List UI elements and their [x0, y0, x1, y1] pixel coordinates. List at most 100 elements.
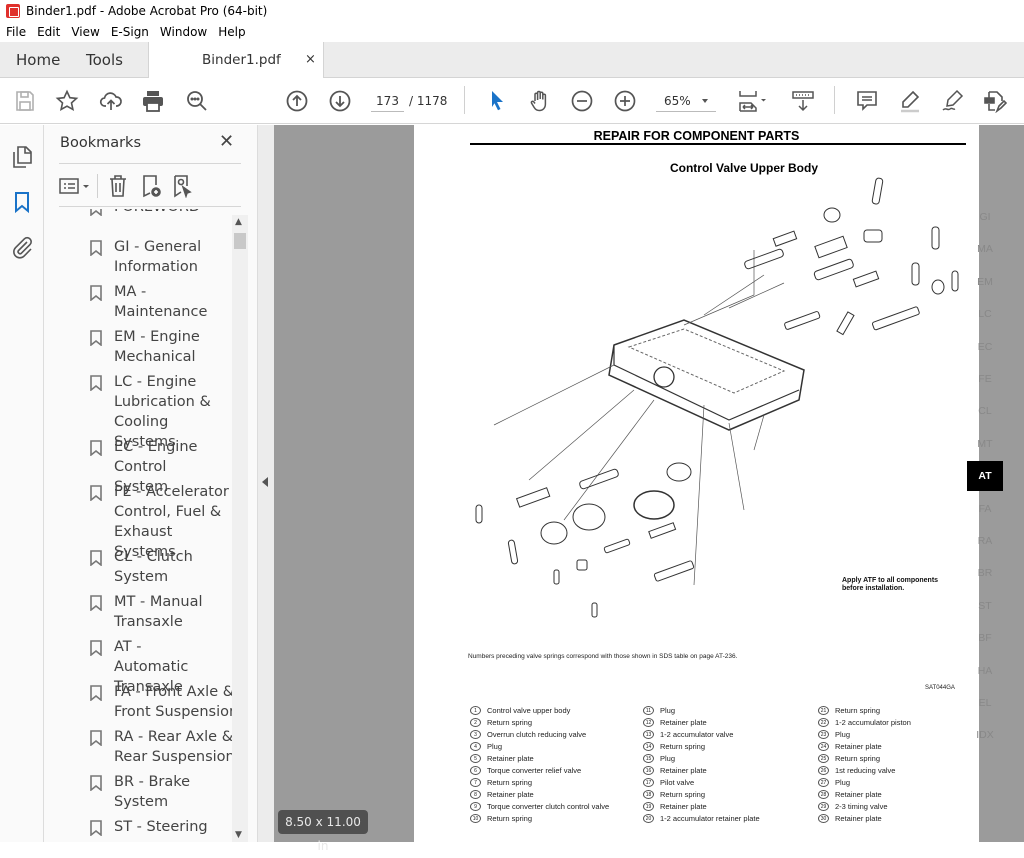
legend-number: 22 [818, 718, 829, 727]
legend-number: 21 [818, 706, 829, 715]
legend-column-1: 1 Control valve upper body 2 Return spring 3… [470, 705, 640, 825]
section-tab-fe[interactable]: FE [969, 373, 1001, 385]
attachments-icon[interactable] [10, 235, 34, 259]
section-tab-mt[interactable]: MT [969, 438, 1001, 450]
menu-view[interactable]: View [71, 25, 99, 39]
legend-text: Retainer plate [835, 814, 882, 823]
legend-number: 26 [818, 766, 829, 775]
legend-text: 1-2 accumulator retainer plate [660, 814, 760, 823]
collapse-left-icon[interactable] [262, 477, 268, 487]
hand-icon[interactable] [527, 88, 553, 114]
section-tab-bf[interactable]: BF [969, 632, 1001, 644]
section-tab-lc[interactable]: LC [969, 308, 1001, 320]
zoom-in-icon[interactable] [612, 88, 638, 114]
legend-text: 1st reducing valve [835, 766, 896, 775]
legend-number: 24 [818, 742, 829, 751]
valve-part [744, 248, 784, 270]
menu-edit[interactable]: Edit [37, 25, 60, 39]
legend-column-2: 11 Plug 12 Retainer plate 13 1-2 accumulator … [643, 705, 813, 825]
page-number-input[interactable]: 173 [371, 92, 404, 112]
options-menu-icon[interactable] [59, 175, 93, 197]
bookmark-item[interactable]: FA - Front Axle & Front Suspension [90, 682, 232, 722]
scroll-down-icon[interactable]: ▼ [235, 830, 242, 840]
section-tab-br[interactable]: BR [969, 567, 1001, 579]
bookmark-item[interactable]: RA - Rear Axle & Rear Suspension [90, 727, 232, 767]
section-tab-el[interactable]: EL [969, 697, 1001, 709]
section-tab-cl[interactable]: CL [969, 405, 1001, 417]
legend-text: 1-2 accumulator piston [835, 718, 911, 727]
save-icon[interactable] [12, 88, 38, 114]
section-tab-fa[interactable]: FA [969, 503, 1001, 515]
section-tab-ma[interactable]: MA [969, 243, 1001, 255]
sign-icon[interactable] [940, 88, 966, 114]
legend-number: 15 [643, 754, 654, 763]
section-tab-ec[interactable]: EC [969, 341, 1001, 353]
legend-text: Retainer plate [835, 790, 882, 799]
comment-icon[interactable] [854, 88, 880, 114]
new-bookmark-icon[interactable] [138, 174, 162, 198]
bookmarks-toolbar [59, 173, 194, 199]
plug-part [823, 207, 841, 223]
section-tab-ha[interactable]: HA [969, 665, 1001, 677]
panel-collapse-strip[interactable] [257, 125, 274, 842]
zoom-level-dropdown[interactable]: 65% [656, 92, 716, 112]
page-subtitle: Control Valve Upper Body [669, 161, 819, 175]
scroll-thumb[interactable] [234, 233, 246, 249]
menu-bar: File Edit View E-Sign Window Help [0, 22, 1024, 42]
bookmark-item[interactable]: MT - Manual Transaxle [90, 592, 209, 632]
upload-cloud-icon[interactable] [98, 88, 124, 114]
bookmark-item[interactable]: ST - Steering [90, 817, 232, 837]
tab-document[interactable]: Binder1.pdf × [148, 42, 324, 79]
tab-tools[interactable]: Tools [86, 42, 123, 78]
zoom-out-icon[interactable] [569, 88, 595, 114]
bookmark-from-selection-icon[interactable] [170, 174, 194, 198]
page-up-icon[interactable] [284, 88, 310, 114]
search-zoom-icon[interactable] [184, 88, 210, 114]
print-icon[interactable] [140, 88, 166, 114]
bookmarks-scrollbar[interactable]: ▲ ▼ [232, 215, 248, 842]
menu-help[interactable]: Help [218, 25, 245, 39]
bookmark-star-icon[interactable] [54, 88, 80, 114]
legend-text: 1-2 accumulator valve [660, 730, 734, 739]
menu-window[interactable]: Window [160, 25, 207, 39]
section-tab-st[interactable]: ST [969, 600, 1001, 612]
fit-page-icon[interactable] [735, 88, 771, 114]
select-cursor-icon[interactable] [484, 88, 510, 114]
bookmarks-icon[interactable] [10, 190, 34, 214]
tab-home[interactable]: Home [16, 42, 60, 78]
legend-text: Retainer plate [660, 802, 707, 811]
valve-part [603, 538, 631, 554]
document-canvas[interactable]: REPAIR FOR COMPONENT PARTS Control Valve… [274, 125, 1024, 842]
window-title: Binder1.pdf - Adobe Acrobat Pro (64-bit) [26, 4, 268, 18]
close-panel-icon[interactable]: ✕ [219, 131, 234, 152]
pages-icon[interactable] [10, 145, 34, 169]
piston-part [572, 503, 606, 531]
highlight-icon[interactable] [897, 88, 923, 114]
legend-text: Plug [835, 730, 851, 739]
bookmark-item[interactable]: FOREWORD [90, 209, 232, 217]
scroll-mode-icon[interactable] [790, 88, 816, 114]
menu-file[interactable]: File [6, 25, 26, 39]
page-down-icon[interactable] [327, 88, 353, 114]
bookmark-item[interactable]: MA - Maintenance [90, 282, 207, 322]
legend-item: 5 Retainer plate [470, 753, 640, 765]
bookmark-item[interactable]: CL - Clutch System [90, 547, 199, 587]
spring-part [814, 235, 848, 259]
delete-bookmark-icon[interactable] [106, 174, 130, 198]
section-tab-idx[interactable]: IDX [969, 729, 1001, 741]
bookmark-item[interactable]: EM - Engine Mechanical [90, 327, 214, 367]
section-tab-em[interactable]: EM [969, 276, 1001, 288]
close-tab-icon[interactable]: × [305, 42, 316, 78]
section-tab-at[interactable]: AT [967, 461, 1003, 492]
section-tab-gi[interactable]: GI [969, 211, 1001, 223]
scroll-up-icon[interactable]: ▲ [235, 217, 242, 227]
menu-esign[interactable]: E-Sign [111, 25, 149, 39]
edit-pdf-icon[interactable] [982, 88, 1008, 114]
section-tab-ra[interactable]: RA [969, 535, 1001, 547]
toolbar-divider [464, 86, 465, 114]
valve-part [579, 468, 619, 490]
bookmark-item[interactable]: BR - Brake System [90, 772, 199, 812]
legend-text: Return spring [487, 778, 533, 787]
legend-text: Retainer plate [660, 766, 707, 775]
bookmark-item[interactable]: GI - General Information [90, 237, 232, 277]
